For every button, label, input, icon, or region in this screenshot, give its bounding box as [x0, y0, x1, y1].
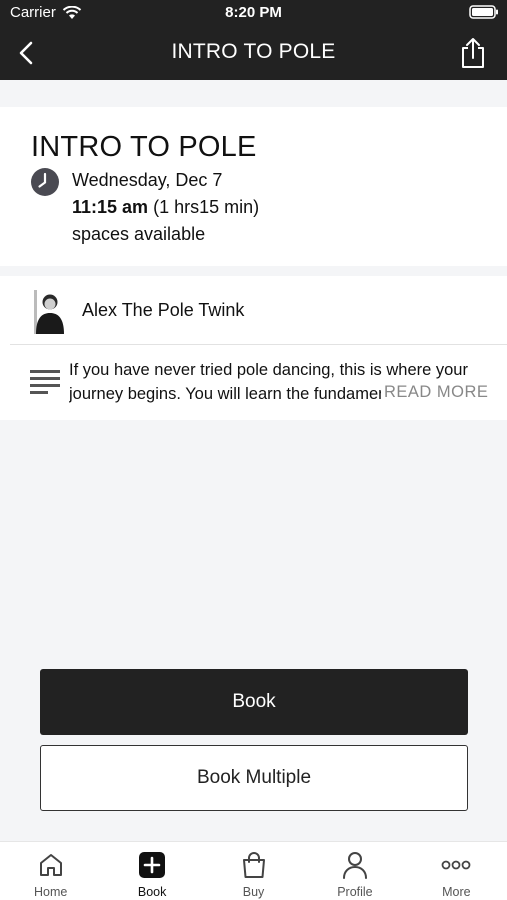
tab-buy-label: Buy — [242, 885, 265, 899]
tab-more[interactable]: More — [406, 842, 507, 900]
instructor-name[interactable]: Alex The Pole Twink — [82, 300, 244, 321]
instructor-avatar[interactable] — [26, 288, 66, 334]
chevron-left-icon — [19, 41, 33, 65]
tab-home-label: Home — [34, 885, 68, 899]
battery-icon — [469, 5, 499, 23]
tab-book-label: Book — [137, 885, 167, 899]
read-more-link[interactable]: READ MORE — [384, 383, 489, 402]
share-icon — [462, 38, 484, 68]
more-dots-icon — [441, 860, 471, 870]
start-time: 11:15 am — [72, 197, 149, 217]
nav-title: INTRO TO POLE — [171, 40, 336, 63]
tab-more-label: More — [442, 885, 471, 899]
plus-square-icon — [139, 852, 166, 878]
tab-bar: Home Book Buy Profile More — [0, 841, 507, 900]
book-button[interactable]: Book — [40, 669, 468, 735]
status-bar: Carrier 8:20 PM — [0, 0, 507, 26]
back-button[interactable] — [12, 38, 40, 68]
share-button[interactable] — [457, 36, 489, 70]
profile-icon — [342, 852, 367, 879]
tab-home[interactable]: Home — [0, 842, 101, 900]
class-time: 11:15 am (1 hrs15 min) — [72, 197, 259, 218]
clock-icon — [31, 168, 59, 196]
class-info-card: INTRO TO POLE Wednesday, Dec 7 11:15 am … — [0, 107, 507, 266]
divider — [10, 344, 507, 345]
class-title: INTRO TO POLE — [31, 131, 257, 163]
class-duration: (1 hrs15 min) — [153, 197, 260, 217]
tab-buy[interactable]: Buy — [203, 842, 304, 900]
description-line-2: journey begins. You will learn the funda… — [69, 385, 381, 403]
description-lines-icon — [30, 370, 60, 394]
book-multiple-button[interactable]: Book Multiple — [40, 745, 468, 811]
description-line-1: If you have never tried pole dancing, th… — [69, 361, 468, 379]
tab-profile-label: Profile — [337, 885, 373, 899]
navigation-bar: INTRO TO POLE — [0, 26, 507, 80]
instructor-card: Alex The Pole Twink If you have never tr… — [0, 276, 507, 420]
shopping-bag-icon — [242, 852, 265, 878]
home-icon — [39, 854, 62, 876]
spaces-available: spaces available — [72, 224, 206, 244]
tab-book[interactable]: Book — [101, 842, 202, 900]
tab-profile[interactable]: Profile — [304, 842, 405, 900]
clock-time: 8:20 PM — [225, 4, 282, 21]
class-date: Wednesday, Dec 7 — [72, 170, 223, 190]
